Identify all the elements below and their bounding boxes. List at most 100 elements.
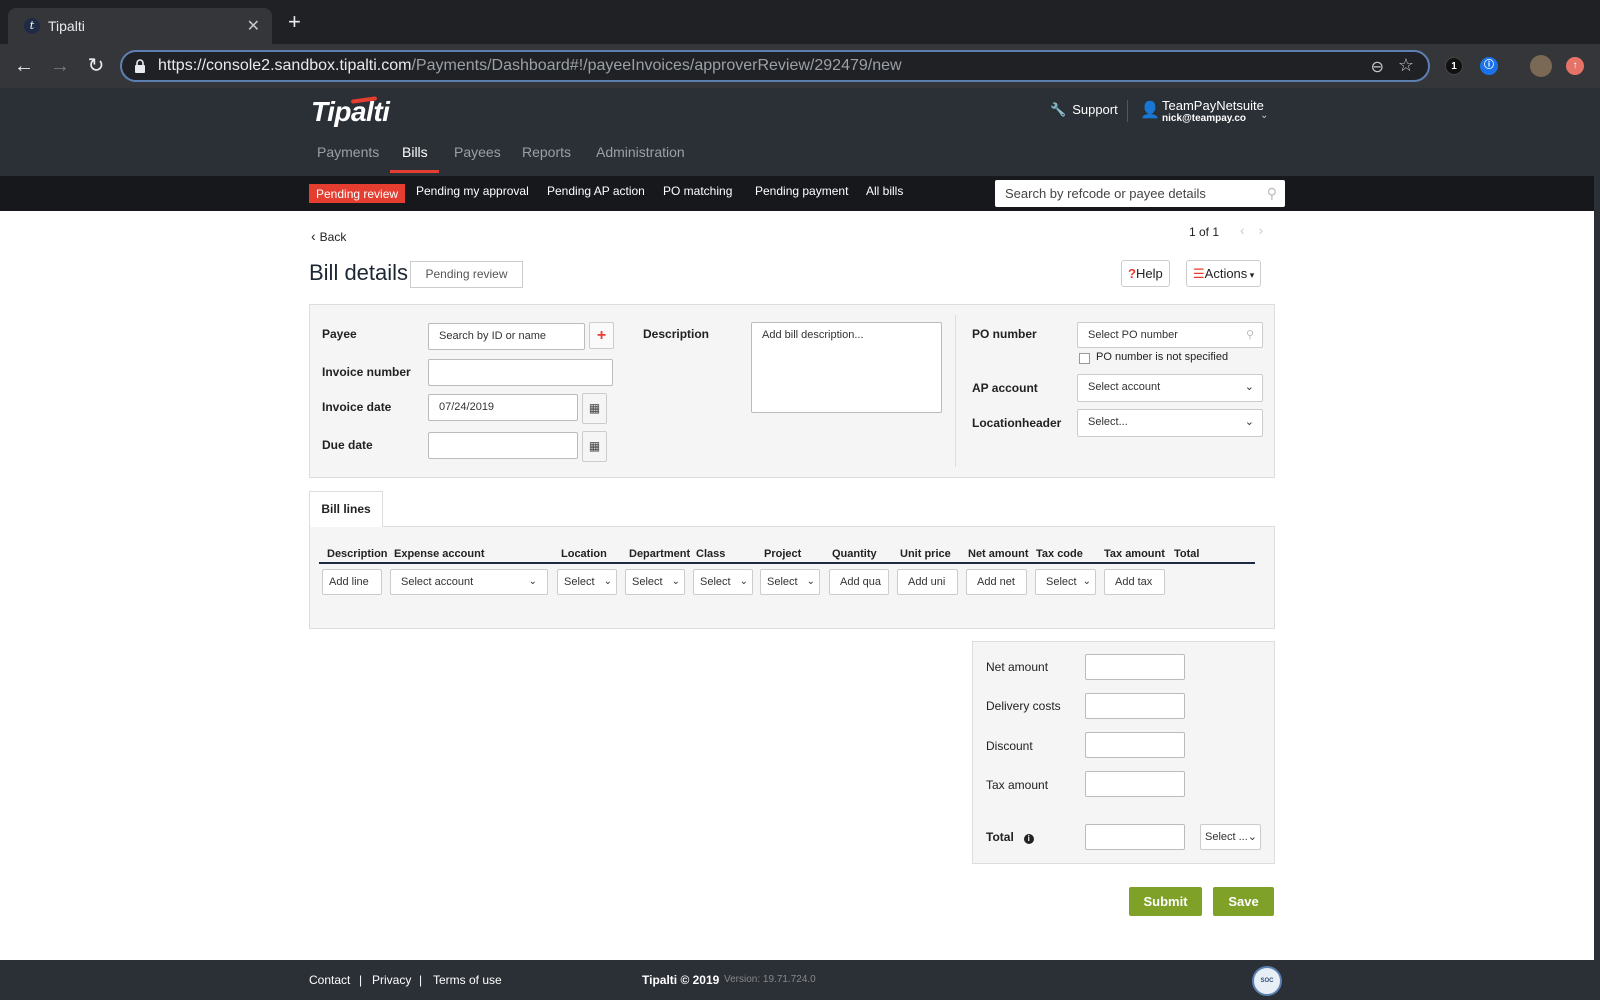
add-payee-button[interactable]: + [589, 322, 614, 349]
update-icon[interactable]: ↑ [1566, 57, 1584, 75]
col-total: Total [1174, 548, 1200, 560]
page-title: Bill details [309, 260, 409, 285]
new-tab-icon[interactable]: + [288, 11, 301, 33]
next-page-icon[interactable]: › [1259, 222, 1278, 238]
password-manager-icon[interactable]: ⓘ [1480, 57, 1498, 75]
menu-icon: ☰ [1193, 266, 1205, 281]
subnav-pending-payment[interactable]: Pending payment [755, 184, 848, 198]
subnav-pending-my-approval[interactable]: Pending my approval [416, 184, 529, 198]
line-location-select[interactable]: Select ⌄ [557, 569, 617, 595]
save-button[interactable]: Save [1213, 887, 1274, 916]
delivery-costs-input[interactable] [1085, 693, 1185, 719]
status-badge: Pending review [410, 261, 523, 288]
due-date-label: Due date [322, 438, 373, 452]
payee-input[interactable]: Search by ID or name [428, 323, 585, 350]
footer-divider: | [359, 973, 363, 987]
chevron-down-icon[interactable]: ⌄ [1260, 110, 1268, 121]
support-link[interactable]: 🔧 Support [1050, 102, 1118, 118]
subnav-po-matching[interactable]: PO matching [663, 184, 732, 198]
pager-arrows: ‹› [1240, 222, 1277, 238]
tipalti-logo[interactable]: Tipalti [311, 96, 390, 128]
location-header-select[interactable]: Select... ⌄ [1077, 409, 1263, 437]
help-button[interactable]: ?Help [1121, 260, 1170, 287]
address-url: https://console2.sandbox.tipalti.com/Pay… [158, 57, 902, 74]
profile-avatar[interactable] [1530, 55, 1552, 77]
extension-badge-icon[interactable]: 1 [1445, 57, 1463, 75]
payee-label: Payee [322, 327, 357, 341]
footer-contact-link[interactable]: Contact [309, 973, 350, 987]
nav-payments[interactable]: Payments [317, 144, 379, 160]
chevron-down-icon: ⌄ [1244, 416, 1254, 428]
po-number-select[interactable]: Select PO number ⚲ [1077, 322, 1263, 348]
subnav-all-bills[interactable]: All bills [866, 184, 903, 198]
subnav-pending-ap-action[interactable]: Pending AP action [547, 184, 645, 198]
col-description: Description [327, 548, 388, 560]
address-bar[interactable]: https://console2.sandbox.tipalti.com/Pay… [120, 50, 1430, 82]
header-divider [1127, 100, 1128, 122]
line-tax-code-select[interactable]: Select ⌄ [1035, 569, 1096, 595]
prev-page-icon[interactable]: ‹ [1240, 222, 1259, 238]
footer-divider: | [419, 973, 423, 987]
column-header-rule [319, 562, 1255, 564]
info-icon[interactable]: i [1023, 834, 1034, 844]
po-not-specified-checkbox[interactable] [1079, 353, 1090, 364]
footer-version: Version: 19.71.724.0 [724, 974, 816, 985]
currency-select[interactable]: Select ... ⌄ [1200, 824, 1261, 850]
line-description-input[interactable]: Add line [322, 569, 382, 595]
description-textarea[interactable]: Add bill description... [751, 322, 942, 413]
zoom-icon[interactable]: ⊖ [1371, 57, 1384, 77]
back-link[interactable]: ‹ Back [311, 228, 346, 244]
forward-arrow-icon[interactable]: → [48, 54, 72, 78]
tipalti-favicon-icon: t [24, 18, 40, 34]
col-net-amount: Net amount [968, 548, 1029, 560]
line-tax-amount-input[interactable]: Add tax [1104, 569, 1165, 595]
line-department-select[interactable]: Select ⌄ [625, 569, 685, 595]
chevron-down-icon: ⌄ [603, 576, 612, 587]
line-project-select[interactable]: Select ⌄ [760, 569, 820, 595]
user-icon: 👤 [1140, 102, 1160, 119]
line-class-select[interactable]: Select ⌄ [693, 569, 753, 595]
invoice-date-input[interactable]: 07/24/2019 [428, 394, 578, 421]
chevron-down-icon: ⌄ [1082, 576, 1091, 587]
nav-reports[interactable]: Reports [522, 144, 571, 160]
tab-bill-lines[interactable]: Bill lines [309, 491, 383, 527]
line-unit-price-input[interactable]: Add uni [897, 569, 958, 595]
nav-administration[interactable]: Administration [596, 144, 685, 160]
browser-tab[interactable]: t Tipalti ✕ [8, 8, 272, 44]
invoice-number-input[interactable] [428, 359, 613, 386]
page-scrollbar[interactable] [1594, 88, 1600, 1000]
nav-bills[interactable]: Bills [402, 144, 428, 160]
ap-account-select[interactable]: Select account ⌄ [1077, 374, 1263, 402]
tax-amount-input[interactable] [1085, 771, 1185, 797]
wrench-icon: 🔧 [1050, 102, 1067, 117]
net-amount-input[interactable] [1085, 654, 1185, 680]
nav-payees[interactable]: Payees [454, 144, 501, 160]
line-net-amount-input[interactable]: Add net [966, 569, 1027, 595]
subnav-pending-review[interactable]: Pending review [309, 184, 406, 203]
due-date-input[interactable] [428, 432, 578, 459]
total-input[interactable] [1085, 824, 1185, 850]
reload-icon[interactable]: ↻ [84, 54, 108, 78]
footer-terms-link[interactable]: Terms of use [433, 973, 502, 987]
discount-input[interactable] [1085, 732, 1185, 758]
close-tab-icon[interactable]: ✕ [247, 16, 260, 36]
line-quantity-input[interactable]: Add qua [829, 569, 889, 595]
aicpa-soc-badge-icon: SOC [1252, 966, 1282, 996]
footer-copyright: Tipalti © 2019 [642, 973, 720, 987]
invoice-date-calendar-icon[interactable]: ▦ [582, 393, 607, 424]
user-email: nick@teampay.co [1162, 113, 1247, 124]
search-input[interactable]: Search by refcode or payee details ⚲ [995, 180, 1285, 207]
line-expense-account-select[interactable]: Select account ⌄ [390, 569, 548, 595]
col-tax-amount: Tax amount [1104, 548, 1165, 560]
invoice-date-label: Invoice date [322, 400, 392, 414]
delivery-costs-label: Delivery costs [986, 699, 1061, 713]
footer: Contact | Privacy | Terms of use Tipalti… [0, 960, 1600, 1000]
footer-privacy-link[interactable]: Privacy [372, 973, 411, 987]
submit-button[interactable]: Submit [1129, 887, 1202, 916]
back-arrow-icon[interactable]: ← [12, 54, 36, 78]
search-icon[interactable]: ⚲ [1267, 185, 1277, 202]
due-date-calendar-icon[interactable]: ▦ [582, 431, 607, 462]
nav-active-indicator [390, 170, 439, 173]
bookmark-star-icon[interactable]: ☆ [1398, 55, 1414, 76]
actions-button[interactable]: ☰Actions ▾ [1186, 260, 1262, 287]
